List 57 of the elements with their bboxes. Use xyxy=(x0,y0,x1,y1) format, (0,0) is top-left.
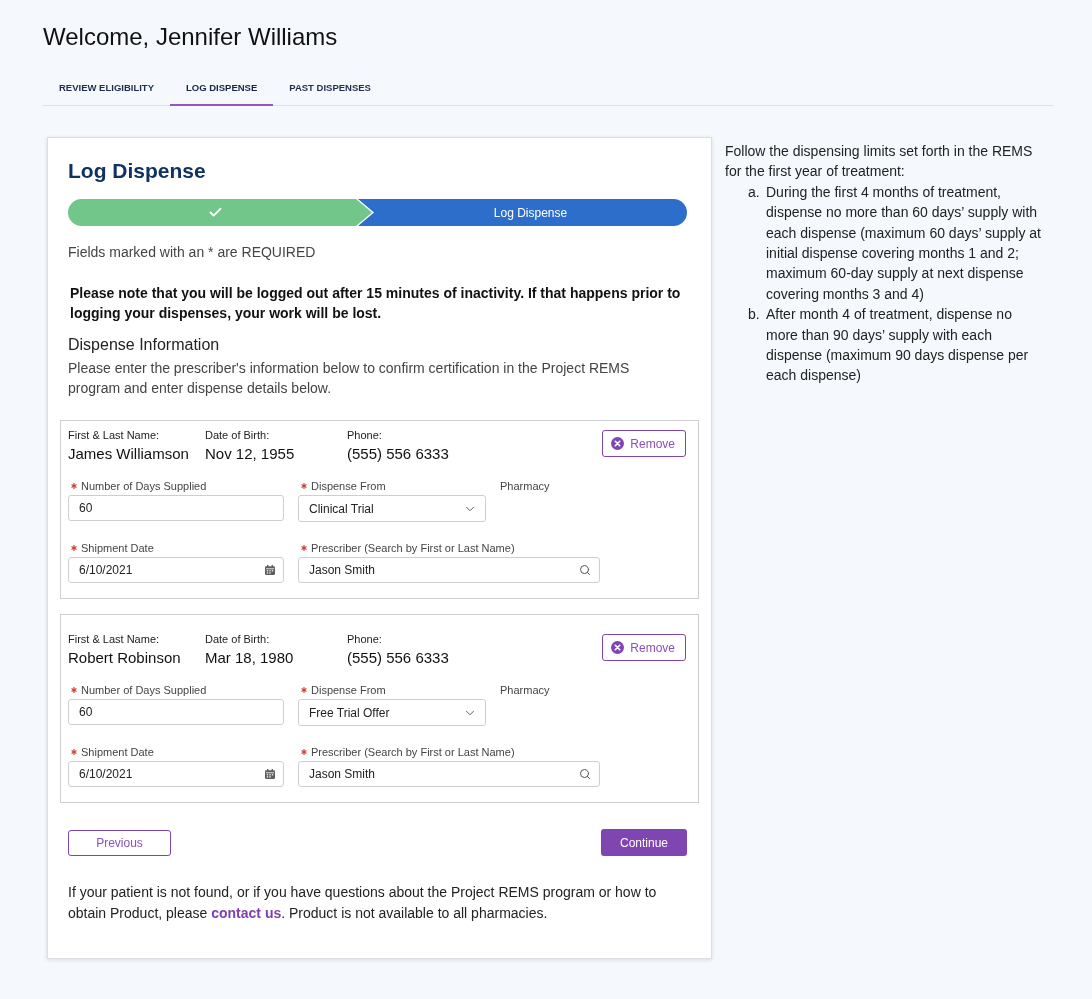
search-field[interactable]: Jason Smith xyxy=(298,557,600,583)
info-label: Phone: xyxy=(347,428,382,442)
field-label: Pharmacy xyxy=(500,683,550,697)
dropdown[interactable]: Free Trial Offer xyxy=(298,699,486,726)
timeout-notice: Please note that you will be logged out after 15 minutes of inactivity. If that happens prior to logging your dispenses, your work will be lost. xyxy=(69,284,682,323)
info-value: Robert Robinson xyxy=(68,648,181,668)
info-label: Phone: xyxy=(347,632,382,646)
field-label: Pharmacy xyxy=(500,479,550,493)
info-label: First & Last Name: xyxy=(68,632,160,646)
field-label: Number of Days Supplied xyxy=(81,683,207,697)
list-item-text: After month 4 of treatment, dispense no more than 90 days’ supply with each dispense (maximum 90 days dispense per each dispense) xyxy=(766,305,1030,386)
search-icon xyxy=(579,564,591,576)
info-label: Date of Birth: xyxy=(205,428,270,442)
section-intro: Please enter the prescriber's information below to confirm certification in the Project REMS program and enter dispense details below. xyxy=(68,359,631,398)
previous-button[interactable]: Previous xyxy=(68,829,171,856)
info-value: Nov 12, 1955 xyxy=(205,444,295,464)
text-field[interactable]: 60 xyxy=(68,699,284,725)
field-label: Shipment Date xyxy=(81,745,154,759)
list-item-text: During the first 4 months of treatment, dispense no more than 60 days’ supply with each dispense (maximum 60 days’ supply at initial dispense covering months 1 and 2; maximum 60-day supply at next dispense covering months 3 and 4) xyxy=(766,182,1042,304)
field-label: Dispense From xyxy=(311,479,386,493)
date-field[interactable]: 6/10/2021 xyxy=(68,557,284,583)
field-label: Number of Days Supplied xyxy=(81,479,207,493)
form-title: Log Dispense xyxy=(68,159,207,183)
search-icon xyxy=(579,768,591,780)
required-note: Fields marked with an * are REQUIRED xyxy=(68,243,317,261)
help-text: If your patient is not found, or if you have questions about the Project REMS program or how to obtain Product, please contact us. Product is not available to all pharmacies. xyxy=(68,883,658,923)
list-marker: b. xyxy=(748,305,761,325)
remove-button[interactable]: Remove xyxy=(602,430,686,457)
tab[interactable]: LOG DISPENSE xyxy=(170,72,274,106)
text-field[interactable]: 60 xyxy=(68,495,284,521)
info-value: Mar 18, 1980 xyxy=(205,648,294,668)
guidance-intro: Follow the dispensing limits set forth in the REMS for the first year of treatment: xyxy=(725,142,1034,182)
field-label: Prescriber (Search by First or Last Name) xyxy=(311,541,515,555)
field-label: Prescriber (Search by First or Last Name) xyxy=(311,745,515,759)
info-label: First & Last Name: xyxy=(68,428,160,442)
calendar-icon xyxy=(265,565,275,575)
remove-button[interactable]: Remove xyxy=(602,634,686,661)
check-icon xyxy=(207,205,223,220)
calendar-icon xyxy=(265,769,275,779)
field-label: Dispense From xyxy=(311,683,386,697)
tab[interactable]: REVIEW ELIGIBILITY xyxy=(43,72,170,106)
dropdown[interactable]: Clinical Trial xyxy=(298,495,486,522)
date-field[interactable]: 6/10/2021 xyxy=(68,761,284,787)
welcome-heading: Welcome, Jennifer Williams xyxy=(43,22,339,52)
tab[interactable]: PAST DISPENSES xyxy=(273,72,387,106)
continue-button[interactable]: Continue xyxy=(601,829,687,856)
info-value: (555) 556 6333 xyxy=(347,648,449,668)
list-marker: a. xyxy=(748,182,761,202)
info-label: Date of Birth: xyxy=(205,632,270,646)
current-step: Log Dispense xyxy=(358,199,687,226)
field-label: Shipment Date xyxy=(81,541,154,555)
close-circle-icon xyxy=(611,641,625,654)
section-title: Dispense Information xyxy=(68,335,221,355)
search-field[interactable]: Jason Smith xyxy=(298,761,600,787)
close-circle-icon xyxy=(611,437,625,450)
info-value: James Williamson xyxy=(68,444,189,464)
info-value: (555) 556 6333 xyxy=(347,444,449,464)
